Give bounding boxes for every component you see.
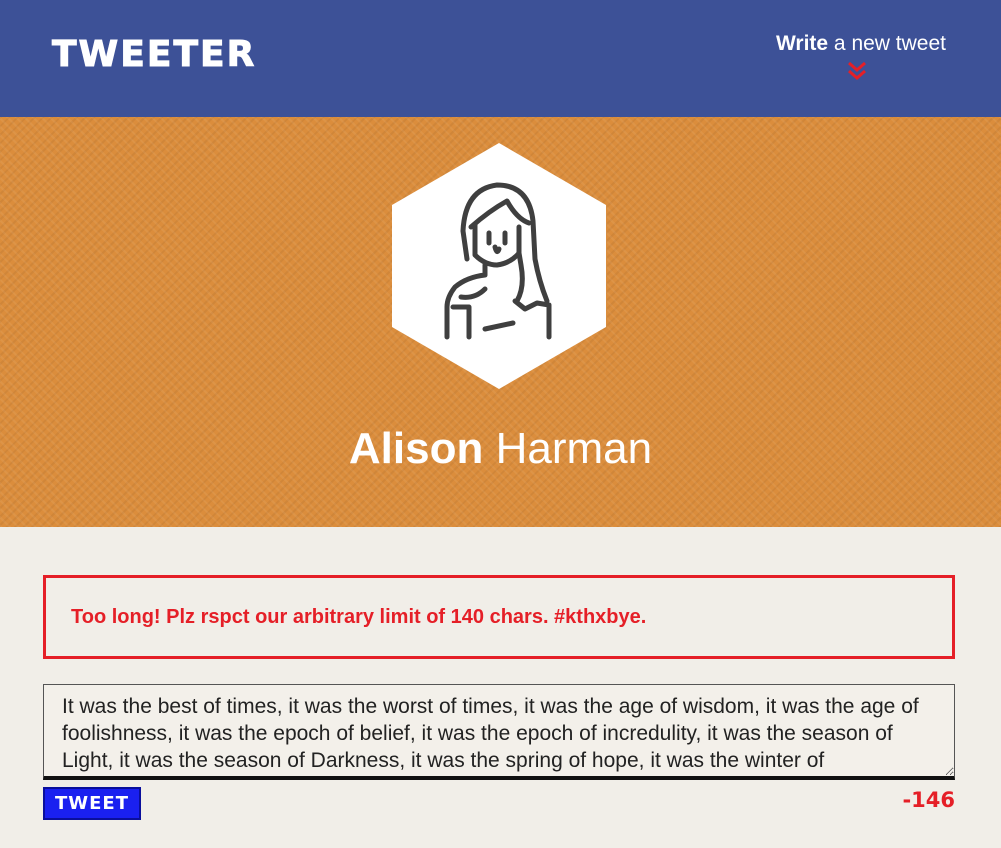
woman-avatar-icon [392, 143, 606, 389]
profile-name: Alison Harman [0, 424, 1001, 474]
error-message-text: Too long! Plz rspct our arbitrary limit … [71, 606, 647, 628]
character-counter: -146 [902, 788, 955, 812]
profile-last-name: Harman [483, 424, 653, 473]
tweet-textarea[interactable]: It was the best of times, it was the wor… [43, 684, 955, 780]
write-new-tweet-link[interactable]: Write a new tweet [776, 32, 946, 56]
profile-first-name: Alison [348, 424, 484, 473]
error-message-box: Too long! Plz rspct our arbitrary limit … [43, 575, 955, 659]
tweet-button[interactable]: TWEET [43, 787, 141, 820]
double-chevron-down-icon[interactable] [846, 60, 868, 82]
compose-link-rest: a new tweet [828, 32, 946, 55]
top-nav: TWEETER Write a new tweet [0, 0, 1001, 117]
compose-link-bold: Write [775, 32, 829, 55]
app-logo[interactable]: TWEETER [51, 34, 256, 76]
